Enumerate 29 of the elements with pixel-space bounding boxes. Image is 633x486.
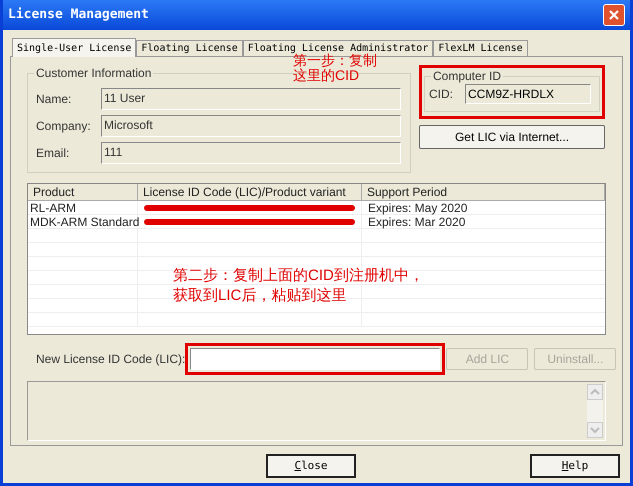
window-title: License Management <box>8 6 149 24</box>
table-cell-text: Expires: May 2020 <box>367 201 468 214</box>
lic-input-field[interactable] <box>190 348 440 370</box>
tab[interactable]: Single-User License <box>12 38 136 57</box>
text-field[interactable]: 11 User <box>101 88 401 110</box>
annotation-text: 第二步：复制上面的CID到注册机中， 获取到LIC后，粘贴到这里 <box>173 266 424 306</box>
field-label: New License ID Code (LIC): <box>36 351 186 368</box>
close-icon[interactable] <box>603 4 625 26</box>
field-label: CID: <box>429 86 454 103</box>
field-label: Company: <box>36 118 92 135</box>
column-header[interactable]: License ID Code (LIC)/Product variant <box>138 184 362 201</box>
tab[interactable]: Floating License <box>136 40 243 56</box>
field-label: Email: <box>36 145 70 162</box>
group-title: Computer ID <box>431 69 504 83</box>
column-header[interactable]: Product <box>28 184 138 201</box>
table-cell-text: Expires: Mar 2020 <box>367 215 466 228</box>
column-header[interactable]: Support Period <box>362 184 605 201</box>
text-field[interactable]: 111 <box>101 142 401 164</box>
dialog-button[interactable]: Help <box>530 454 620 478</box>
group-title: Customer Information <box>34 66 154 80</box>
get-lic-button[interactable]: Get LIC via Internet... <box>419 125 605 149</box>
cid-field[interactable]: CCM9Z-HRDLX <box>465 84 591 104</box>
table-cell: RL-ARM <box>28 201 138 214</box>
annotation-text: 第一步：复制 这里的CID <box>293 53 377 83</box>
dialog-button[interactable]: Close <box>266 454 356 478</box>
text-field[interactable]: Microsoft <box>101 115 401 137</box>
field-label: Name: <box>36 91 72 108</box>
table-cell: MDK-ARM Standard <box>28 215 138 228</box>
tab[interactable]: FlexLM License <box>433 40 528 56</box>
